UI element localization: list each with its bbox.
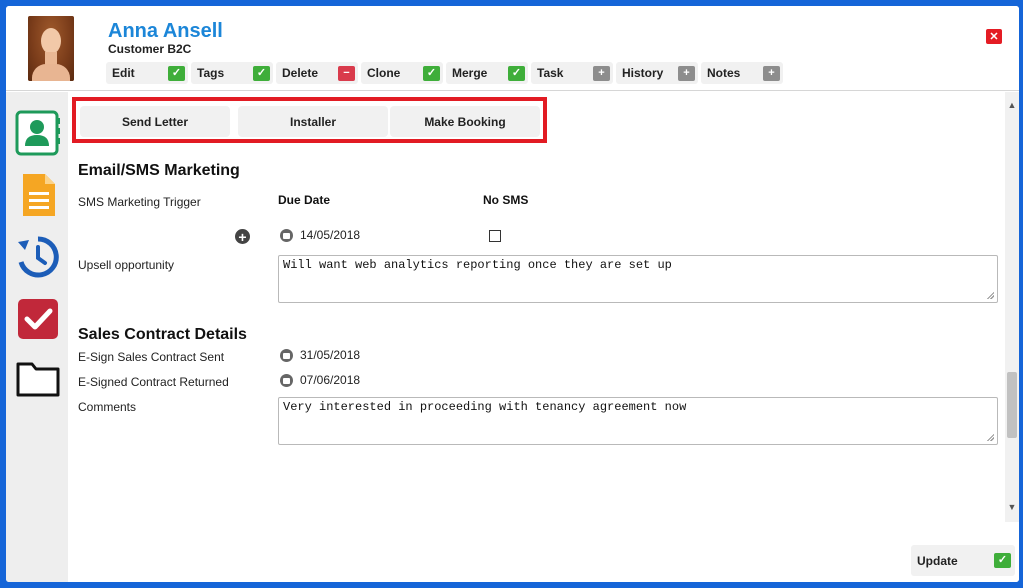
plus-icon[interactable]: + (763, 65, 780, 81)
contact-card-icon[interactable] (15, 110, 61, 156)
action-label: Clone (367, 66, 401, 80)
scroll-up-icon[interactable]: ▲ (1005, 98, 1019, 112)
main-content: Send Letter Installer Make Booking Email… (68, 92, 1019, 582)
comments-label: Comments (78, 400, 137, 414)
action-tags[interactable]: Tags ✓ (191, 62, 273, 84)
action-task[interactable]: Task + (531, 62, 613, 84)
action-label: Notes (707, 66, 741, 80)
action-edit[interactable]: Edit ✓ (106, 62, 188, 84)
tab-make-booking[interactable]: Make Booking (390, 106, 540, 137)
avatar (28, 16, 74, 81)
action-label: Merge (452, 66, 488, 80)
update-button[interactable]: Update ✓ (911, 545, 1015, 576)
action-label: History (622, 66, 664, 80)
add-trigger-icon[interactable]: + (235, 229, 250, 244)
action-bar: Edit ✓ Tags ✓ Delete − Clone ✓ Merge ✓ T… (106, 62, 786, 84)
esigned-returned-label: E-Signed Contract Returned (78, 375, 229, 389)
plus-icon[interactable]: + (678, 65, 695, 81)
minus-icon[interactable]: − (338, 65, 355, 81)
scroll-down-icon[interactable]: ▼ (1005, 500, 1019, 514)
sidebar (6, 92, 68, 582)
comments-textarea[interactable]: Very interested in proceeding with tenan… (278, 397, 998, 445)
action-merge[interactable]: Merge ✓ (446, 62, 528, 84)
action-label: Delete (282, 66, 319, 80)
history-icon[interactable] (15, 234, 61, 280)
action-notes[interactable]: Notes + (701, 62, 783, 84)
action-label: Task (537, 66, 564, 80)
plus-icon[interactable]: + (593, 65, 610, 81)
check-icon[interactable]: ✓ (168, 65, 185, 81)
upsell-label: Upsell opportunity (78, 258, 175, 272)
comments-text: Very interested in proceeding with tenan… (283, 400, 687, 414)
esign-sent-date-field[interactable]: 31/05/2018 (280, 348, 360, 362)
action-history[interactable]: History + (616, 62, 698, 84)
update-label: Update (917, 553, 958, 568)
due-date-header: Due Date (278, 193, 331, 207)
scroll-thumb[interactable] (1007, 372, 1017, 438)
check-icon[interactable]: ✓ (253, 65, 270, 81)
no-sms-header: No SMS (483, 193, 529, 207)
check-icon[interactable]: ✓ (423, 65, 440, 81)
section-title-email-sms: Email/SMS Marketing (78, 162, 240, 179)
upsell-text: Will want web analytics reporting once t… (283, 258, 672, 272)
calendar-icon[interactable] (280, 373, 293, 387)
due-date-value: 14/05/2018 (300, 228, 361, 242)
upsell-textarea[interactable]: Will want web analytics reporting once t… (278, 255, 998, 303)
calendar-icon[interactable] (280, 228, 293, 242)
esigned-returned-date-value: 07/06/2018 (300, 373, 361, 387)
action-label: Tags (197, 66, 225, 80)
esigned-returned-date-field[interactable]: 07/06/2018 (280, 373, 360, 387)
calendar-icon[interactable] (280, 348, 293, 362)
check-icon[interactable]: ✓ (508, 65, 525, 81)
resize-grip-icon[interactable] (986, 433, 994, 441)
action-label: Edit (112, 66, 135, 80)
no-sms-checkbox[interactable] (489, 230, 501, 242)
esign-sent-date-value: 31/05/2018 (300, 348, 361, 362)
action-clone[interactable]: Clone ✓ (361, 62, 443, 84)
contact-window: Anna Ansell Customer B2C Edit ✓ Tags ✓ D… (6, 6, 1019, 582)
tab-installer[interactable]: Installer (238, 106, 388, 137)
sms-trigger-label: SMS Marketing Trigger (78, 195, 201, 209)
close-icon[interactable]: ✕ (986, 29, 1002, 44)
task-icon[interactable] (15, 296, 61, 342)
contact-header: Anna Ansell Customer B2C Edit ✓ Tags ✓ D… (6, 6, 1019, 91)
section-title-sales-contract: Sales Contract Details (78, 326, 247, 343)
resize-grip-icon[interactable] (986, 291, 994, 299)
contact-type: Customer B2C (108, 42, 192, 56)
tab-bar: Send Letter Installer Make Booking (72, 97, 547, 143)
contact-name: Anna Ansell (108, 20, 223, 42)
action-delete[interactable]: Delete − (276, 62, 358, 84)
folder-icon[interactable] (15, 356, 61, 402)
document-icon[interactable] (15, 172, 61, 218)
esign-sent-label: E-Sign Sales Contract Sent (78, 350, 225, 364)
check-icon[interactable]: ✓ (994, 553, 1011, 568)
tab-send-letter[interactable]: Send Letter (80, 106, 230, 137)
due-date-field[interactable]: 14/05/2018 (280, 228, 360, 242)
vertical-scrollbar[interactable]: ▲ ▼ (1005, 92, 1019, 522)
